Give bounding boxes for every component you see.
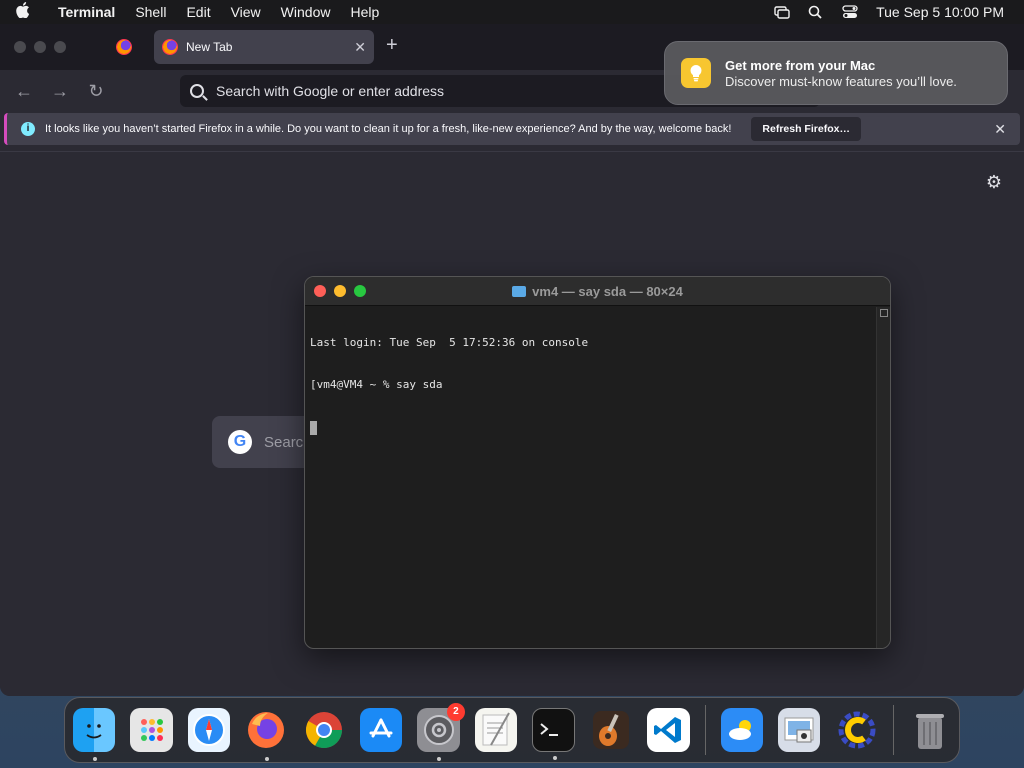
system-notification[interactable]: Get more from your Mac Discover must-kno… (664, 41, 1008, 105)
terminal-scrollbar[interactable] (876, 307, 890, 648)
dock-trash-icon[interactable] (909, 708, 951, 752)
screen-mirroring-icon[interactable] (774, 5, 790, 19)
lightbulb-icon (681, 58, 711, 88)
apple-menu-icon[interactable] (16, 2, 36, 22)
terminal-minimize-button[interactable] (334, 285, 346, 297)
back-arrow-icon[interactable]: ← (6, 81, 42, 102)
menu-app-name[interactable]: Terminal (48, 4, 125, 20)
dock-weather-icon[interactable] (720, 708, 763, 752)
tab-new-tab[interactable]: New Tab ✕ (154, 30, 374, 64)
terminal-window[interactable]: vm4 — say sda — 80×24 Last login: Tue Se… (304, 276, 891, 649)
close-notification-icon[interactable]: ✕ (994, 121, 1006, 138)
menu-clock[interactable]: Tue Sep 5 10:00 PM (876, 4, 1004, 20)
dock-separator (892, 705, 894, 755)
firefox-icon (116, 39, 132, 55)
tab-title: New Tab (186, 40, 233, 54)
refresh-firefox-button[interactable]: Refresh Firefox… (751, 117, 861, 141)
menu-edit[interactable]: Edit (176, 4, 220, 20)
scrollbar-handle-icon[interactable] (879, 309, 888, 317)
spotlight-search-icon[interactable] (808, 5, 824, 19)
menu-help[interactable]: Help (340, 4, 389, 20)
dock-firefox-icon[interactable] (245, 708, 287, 761)
info-icon: i (21, 122, 35, 136)
url-placeholder: Search with Google or enter address (216, 83, 445, 99)
menu-view[interactable]: View (221, 4, 271, 20)
dock-preview-icon[interactable] (777, 708, 821, 752)
notification-body: Discover must-know features you’ll love. (725, 73, 957, 89)
dock-finder-icon[interactable] (73, 708, 116, 761)
forward-arrow-icon[interactable]: → (42, 81, 78, 102)
running-indicator (437, 757, 442, 761)
reload-icon[interactable]: ↻ (78, 81, 114, 102)
refresh-notification-bar: i It looks like you haven’t started Fire… (4, 113, 1020, 145)
terminal-window-controls (314, 285, 366, 297)
menu-bar: Terminal Shell Edit View Window Help Tue… (0, 0, 1024, 24)
menu-window[interactable]: Window (271, 4, 341, 20)
menu-shell[interactable]: Shell (125, 4, 176, 20)
terminal-cursor (310, 421, 317, 435)
close-window-button[interactable] (14, 41, 26, 53)
terminal-zoom-button[interactable] (354, 285, 366, 297)
new-tab-plus-icon[interactable]: + (386, 34, 398, 57)
terminal-line: Last login: Tue Sep 5 17:52:36 on consol… (310, 336, 589, 349)
control-center-icon[interactable] (842, 5, 858, 19)
dock-textedit-icon[interactable] (474, 708, 518, 752)
dock-terminal-icon[interactable] (532, 708, 575, 760)
terminal-close-button[interactable] (314, 285, 326, 297)
gear-icon[interactable]: ⚙ (986, 172, 1002, 193)
terminal-titlebar[interactable]: vm4 — say sda — 80×24 (305, 277, 890, 306)
dock-garageband-icon[interactable] (590, 708, 632, 752)
folder-icon (512, 285, 527, 297)
dock-launchpad-icon[interactable] (130, 708, 173, 752)
dock-vscode-icon[interactable] (647, 708, 690, 752)
pinned-tab[interactable] (96, 30, 152, 64)
zoom-window-button[interactable] (54, 41, 66, 53)
dock-system-preferences-icon[interactable]: 2 (417, 703, 465, 761)
search-icon (190, 84, 204, 98)
dock-separator (704, 705, 706, 755)
terminal-output[interactable]: Last login: Tue Sep 5 17:52:36 on consol… (305, 306, 890, 469)
google-logo-icon: G (228, 430, 252, 454)
running-indicator (265, 757, 270, 761)
running-indicator (553, 756, 558, 760)
notification-badge: 2 (446, 703, 465, 721)
window-controls (14, 41, 66, 53)
dock-chrome-icon[interactable] (303, 708, 345, 752)
minimize-window-button[interactable] (34, 41, 46, 53)
running-indicator (93, 757, 97, 761)
terminal-title: vm4 — say sda — 80×24 (532, 283, 683, 299)
firefox-icon (162, 39, 178, 55)
dock-cuckoo-icon[interactable] (835, 708, 877, 752)
terminal-line: [vm4@VM4 ~ % say sda (310, 378, 443, 391)
dock-safari-icon[interactable] (187, 708, 231, 752)
notification-title: Get more from your Mac (725, 57, 876, 73)
dock-app-store-icon[interactable] (360, 708, 403, 752)
dock: 2 (64, 697, 960, 763)
close-tab-icon[interactable]: ✕ (354, 39, 366, 56)
notification-message: It looks like you haven’t started Firefo… (45, 123, 732, 135)
